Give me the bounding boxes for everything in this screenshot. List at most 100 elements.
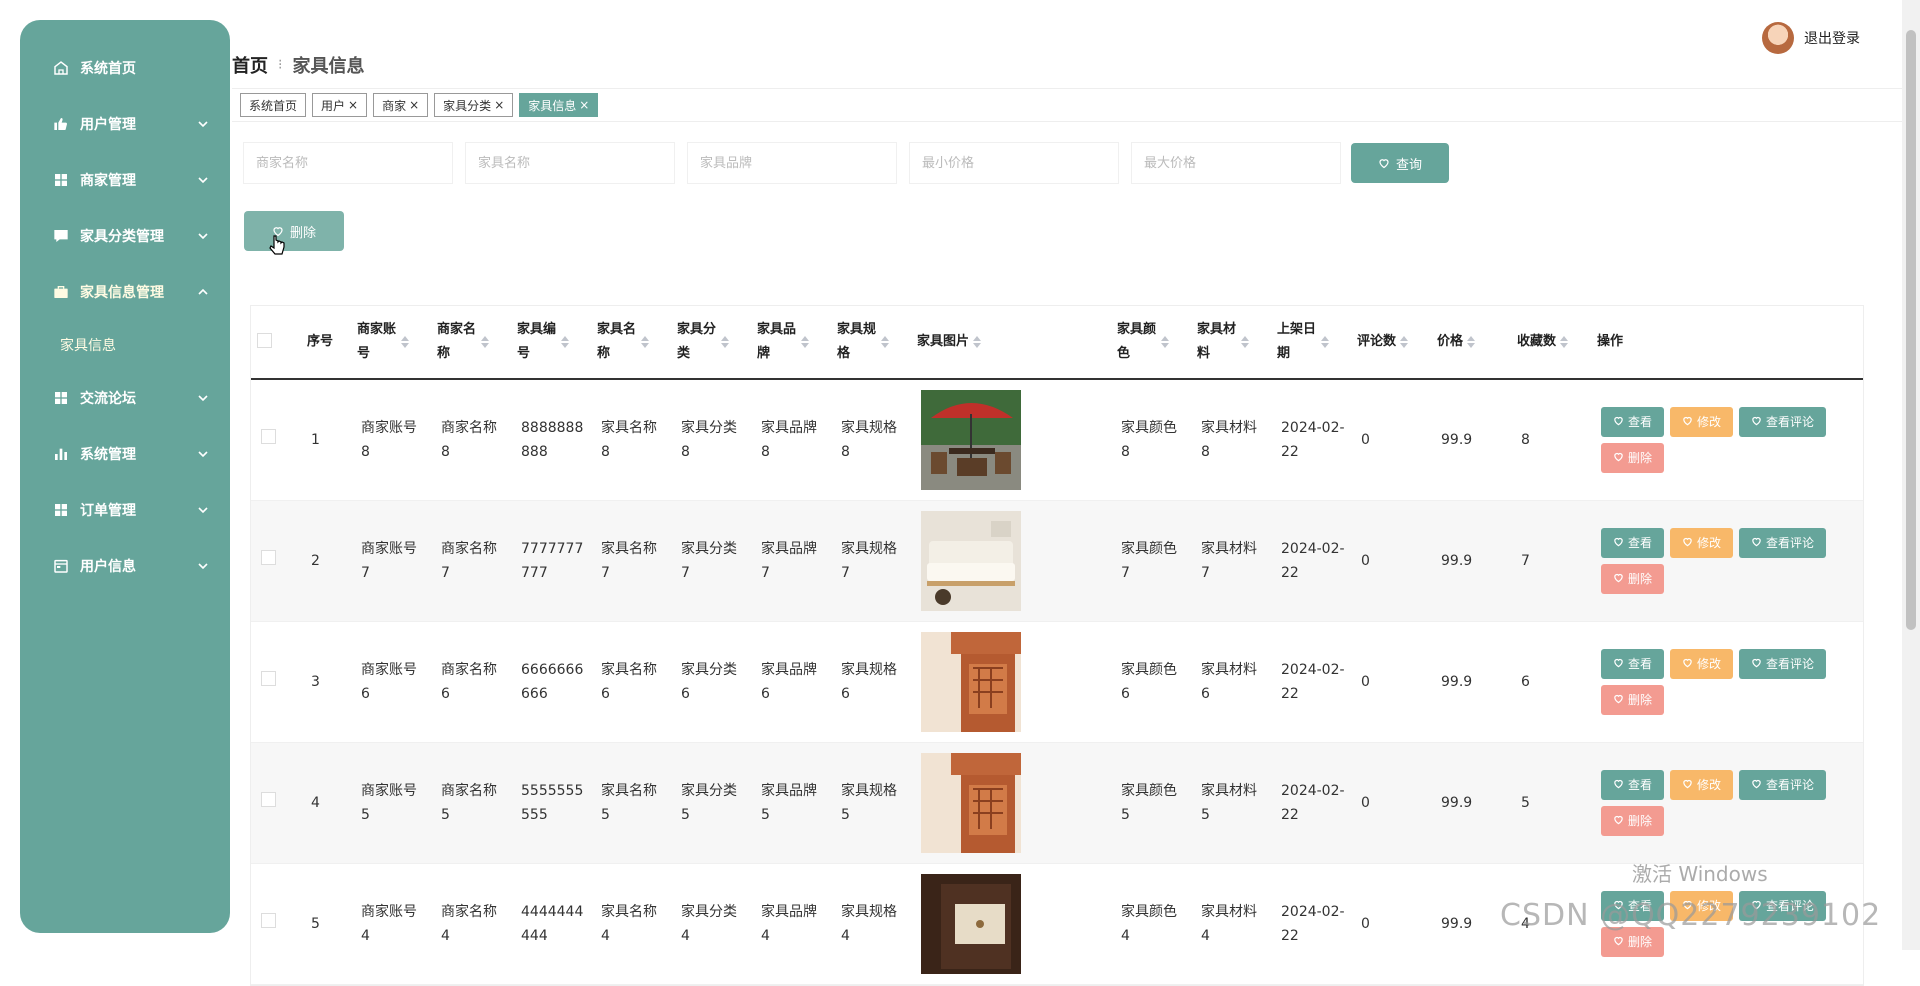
- breadcrumb-home[interactable]: 首页: [232, 52, 268, 78]
- furniture-image-cell[interactable]: [911, 742, 1111, 864]
- merchant-name-search-input[interactable]: [243, 142, 453, 184]
- sort-caret-icon[interactable]: [973, 336, 982, 348]
- row-select-cell: [251, 742, 301, 864]
- column-header-15[interactable]: 收藏数: [1511, 306, 1591, 380]
- sort-caret-icon[interactable]: [881, 336, 889, 348]
- sort-caret-icon[interactable]: [1467, 336, 1476, 348]
- logout-link[interactable]: 退出登录: [1804, 28, 1860, 48]
- sidebar-item-5[interactable]: 家具信息管理: [20, 264, 230, 320]
- view-reviews-button[interactable]: 查看评论: [1739, 528, 1827, 558]
- row-checkbox[interactable]: [261, 671, 276, 686]
- sidebar-item-2[interactable]: 用户管理: [20, 96, 230, 152]
- edit-button[interactable]: 修改: [1670, 770, 1734, 800]
- sort-caret-icon[interactable]: [721, 336, 729, 348]
- row-checkbox[interactable]: [261, 913, 276, 928]
- edit-button[interactable]: 修改: [1670, 407, 1734, 437]
- sidebar-item-7[interactable]: 系统管理: [20, 426, 230, 482]
- furniture-thumbnail[interactable]: [921, 632, 1105, 732]
- column-header-label: 商家账号: [357, 322, 397, 361]
- furniture-image-cell[interactable]: [911, 500, 1111, 622]
- scrollbar-thumb[interactable]: [1906, 30, 1916, 630]
- sort-caret-icon[interactable]: [641, 336, 649, 348]
- column-header-8[interactable]: 家具规格: [831, 306, 911, 380]
- select-all-checkbox[interactable]: [257, 332, 272, 348]
- min-price-input[interactable]: [909, 142, 1119, 184]
- furniture-thumbnail[interactable]: [921, 511, 1105, 611]
- sidebar-item-8[interactable]: 订单管理: [20, 482, 230, 538]
- column-header-9[interactable]: 家具图片: [911, 306, 1111, 380]
- furniture-brand-search-input[interactable]: [687, 142, 897, 184]
- view-button[interactable]: 查看: [1601, 528, 1665, 558]
- view-button[interactable]: 查看: [1601, 649, 1665, 679]
- tag-label: 家具信息: [528, 98, 577, 113]
- sort-caret-icon[interactable]: [1161, 336, 1169, 348]
- view-button[interactable]: 查看: [1601, 770, 1665, 800]
- furniture-color-cell: 家具颜色8: [1111, 379, 1191, 501]
- tag-5[interactable]: 家具信息 ×: [519, 93, 599, 117]
- sidebar-item-1[interactable]: 系统首页: [20, 40, 230, 96]
- tag-3[interactable]: 商家 ×: [373, 93, 429, 117]
- sort-caret-icon[interactable]: [1560, 336, 1569, 348]
- tab-tags-bar: 系统首页 用户 × 商家 × 家具分类 × 家具信息 ×: [232, 88, 1912, 122]
- furniture-image-cell[interactable]: [911, 379, 1111, 501]
- close-icon[interactable]: ×: [579, 98, 589, 112]
- sort-caret-icon[interactable]: [401, 336, 409, 348]
- batch-delete-button[interactable]: 删除: [244, 211, 344, 251]
- sidebar-subitem-furniture-info[interactable]: 家具信息: [20, 320, 230, 370]
- column-header-11[interactable]: 家具材料: [1191, 306, 1271, 380]
- column-header-13[interactable]: 评论数: [1351, 306, 1431, 380]
- sidebar-item-6[interactable]: 交流论坛: [20, 370, 230, 426]
- column-header-2[interactable]: 商家账号: [351, 306, 431, 380]
- close-icon[interactable]: ×: [494, 98, 504, 112]
- furniture-name-search-input[interactable]: [465, 142, 675, 184]
- furniture-image-cell[interactable]: [911, 863, 1111, 985]
- furniture-thumbnail[interactable]: [921, 390, 1105, 490]
- column-header-7[interactable]: 家具品牌: [751, 306, 831, 380]
- column-header-label: 上架日期: [1277, 322, 1317, 361]
- close-icon[interactable]: ×: [409, 98, 419, 112]
- row-checkbox[interactable]: [261, 429, 276, 444]
- page-scrollbar[interactable]: [1902, 0, 1920, 950]
- sidebar-item-3[interactable]: 商家管理: [20, 152, 230, 208]
- delete-button[interactable]: 删除: [1601, 564, 1665, 594]
- sort-caret-icon[interactable]: [1400, 336, 1409, 348]
- merchant-name-cell: 商家名称6: [431, 621, 511, 743]
- delete-button[interactable]: 删除: [1601, 443, 1665, 473]
- column-header-5[interactable]: 家具名称: [591, 306, 671, 380]
- tag-4[interactable]: 家具分类 ×: [434, 93, 514, 117]
- column-header-10[interactable]: 家具颜色: [1111, 306, 1191, 380]
- edit-button[interactable]: 修改: [1670, 528, 1734, 558]
- view-reviews-button[interactable]: 查看评论: [1739, 407, 1827, 437]
- furniture-image-cell[interactable]: [911, 621, 1111, 743]
- view-reviews-button[interactable]: 查看评论: [1739, 770, 1827, 800]
- sort-caret-icon[interactable]: [1321, 336, 1329, 348]
- row-checkbox[interactable]: [261, 792, 276, 807]
- sort-caret-icon[interactable]: [801, 336, 809, 348]
- view-reviews-button[interactable]: 查看评论: [1739, 649, 1827, 679]
- furniture-thumbnail[interactable]: [921, 753, 1105, 853]
- table-header-row: 序号 商家账号 商家名称 家具编号 家具名称 家具分类 家具品牌 家具规格 家具图片 家具颜色 家具…: [251, 306, 1863, 380]
- furniture-thumbnail[interactable]: [921, 874, 1105, 974]
- avatar[interactable]: [1762, 22, 1794, 54]
- row-checkbox[interactable]: [261, 550, 276, 565]
- close-icon[interactable]: ×: [348, 98, 358, 112]
- delete-button[interactable]: 删除: [1601, 806, 1665, 836]
- column-header-14[interactable]: 价格: [1431, 306, 1511, 380]
- column-header-4[interactable]: 家具编号: [511, 306, 591, 380]
- tag-1[interactable]: 系统首页: [240, 93, 307, 117]
- sort-caret-icon[interactable]: [561, 336, 569, 348]
- view-button[interactable]: 查看: [1601, 407, 1665, 437]
- column-header-12[interactable]: 上架日期: [1271, 306, 1351, 380]
- column-header-3[interactable]: 商家名称: [431, 306, 511, 380]
- sort-caret-icon[interactable]: [481, 336, 489, 348]
- sidebar-item-4[interactable]: 家具分类管理: [20, 208, 230, 264]
- sort-caret-icon[interactable]: [1241, 336, 1249, 348]
- edit-button[interactable]: 修改: [1670, 649, 1734, 679]
- tag-2[interactable]: 用户 ×: [312, 93, 368, 117]
- sidebar-item-9[interactable]: 用户信息: [20, 538, 230, 594]
- query-button[interactable]: 查询: [1351, 143, 1449, 183]
- comment-count-cell: 0: [1351, 621, 1431, 743]
- delete-button[interactable]: 删除: [1601, 685, 1665, 715]
- column-header-6[interactable]: 家具分类: [671, 306, 751, 380]
- max-price-input[interactable]: [1131, 142, 1341, 184]
